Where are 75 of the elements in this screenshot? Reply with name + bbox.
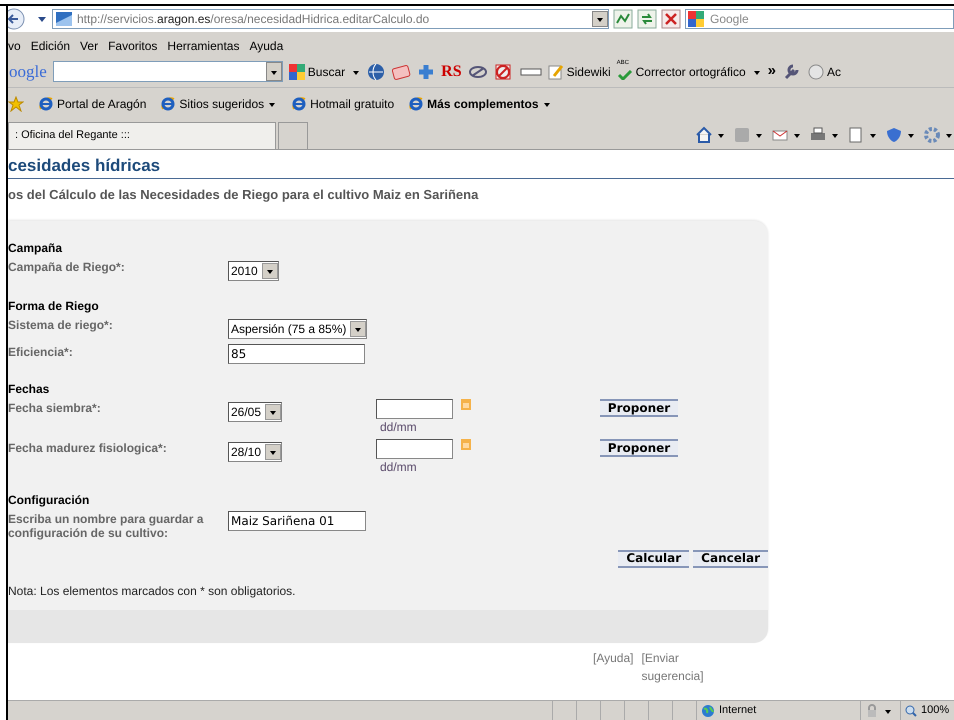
field-label: Sistema de riego*: xyxy=(8,316,114,332)
compatibility-icon[interactable] xyxy=(613,9,633,29)
security-zone: Internet xyxy=(719,703,756,718)
rectangle-icon[interactable] xyxy=(520,66,542,76)
footer-link[interactable]: [Ayuda] xyxy=(593,648,634,684)
home-icon[interactable] xyxy=(695,126,713,144)
favorite-link[interactable]: Sitios sugeridos xyxy=(160,95,278,113)
menu-item[interactable]: Herramientas xyxy=(167,37,240,55)
plus-icon[interactable] xyxy=(417,62,436,80)
bookmark-icon[interactable] xyxy=(391,62,412,80)
search-button[interactable]: Buscar xyxy=(288,62,346,80)
dropdown-button[interactable] xyxy=(592,11,608,27)
section-heading: Fechas xyxy=(8,382,50,396)
toolbar-logo[interactable]: RS xyxy=(441,60,462,84)
select-field[interactable]: Aspersión (75 a 85%) xyxy=(228,318,368,338)
search-engine-icon xyxy=(288,64,305,80)
more-button[interactable]: » xyxy=(768,60,776,83)
browser-icon xyxy=(291,96,308,112)
field-label: Fecha madurez fisiologica*: xyxy=(8,440,168,454)
toolbar-logo: oogle xyxy=(8,60,47,83)
field-label: Escriba un nombre para guardar a configuración de su cultivo: xyxy=(8,510,204,540)
zoom-icon xyxy=(905,704,917,716)
dropdown-arrow-icon[interactable] xyxy=(36,14,48,24)
field-label: Eficiencia*: xyxy=(8,344,74,358)
format-hint: dd/mm xyxy=(379,458,418,474)
page-subtitle: os del Cálculo de las Necesidades de Riego para el cultivo Maiz en Sariñena xyxy=(8,186,480,204)
page-icon xyxy=(55,11,73,27)
field-label: Campaña de Riego*: xyxy=(8,258,126,274)
search-engine-icon xyxy=(688,11,704,27)
section-heading: Configuración xyxy=(8,492,90,508)
favorite-link[interactable]: Portal de Aragón xyxy=(38,95,146,113)
menu-item[interactable]: Edición xyxy=(30,37,70,55)
browser-icon xyxy=(160,96,176,112)
menu-item[interactable]: Ver xyxy=(80,37,98,55)
browser-icon xyxy=(38,96,54,112)
pencil-note-icon xyxy=(548,64,564,80)
zoom-button[interactable]: 100% xyxy=(900,701,954,720)
checkmark-icon xyxy=(616,70,633,80)
note-text: Nota: Los elementos marcados con * son obligatorios. xyxy=(8,582,296,600)
select-field[interactable]: 2010 xyxy=(228,260,279,280)
footer-link[interactable]: [Enviar sugerencia] xyxy=(641,648,722,684)
format-hint: dd/mm xyxy=(379,418,418,434)
menu-item[interactable]: vo xyxy=(5,37,21,55)
link-icon[interactable] xyxy=(468,64,488,80)
favorite-link[interactable]: Más complementos xyxy=(408,95,552,113)
select-field[interactable]: 26/05 xyxy=(228,402,282,422)
text-field[interactable]: Maiz Sariñena 01 xyxy=(228,510,366,530)
sidewiki-button[interactable]: Sidewiki xyxy=(548,62,611,80)
menu-item[interactable]: Favoritos xyxy=(108,37,158,55)
toolbar-item[interactable]: Ac xyxy=(808,62,842,80)
browser-tab[interactable]: : Oficina del Regante ::: xyxy=(8,122,276,149)
date-field[interactable] xyxy=(376,438,453,458)
action-button[interactable]: Cancelar xyxy=(693,550,768,568)
browser-icon xyxy=(408,96,424,112)
section-heading: Campaña xyxy=(8,240,64,256)
circle-icon xyxy=(808,64,824,80)
toolbar-search-field[interactable] xyxy=(52,61,283,82)
page-title: cesidades hídricas xyxy=(8,156,954,179)
date-field[interactable] xyxy=(376,398,453,418)
address-field[interactable]: http://servicios.aragon.es/oresa/necesidadHidrica.editarCalculo.do xyxy=(52,9,609,29)
close-icon[interactable] xyxy=(661,9,681,29)
menu-item[interactable]: Ayuda xyxy=(249,37,284,55)
search-field[interactable]: Google xyxy=(685,9,954,29)
globe-icon xyxy=(701,704,715,718)
propose-button[interactable]: Proponer xyxy=(600,399,678,417)
text-field[interactable]: 85 xyxy=(228,344,365,364)
refresh-icon[interactable] xyxy=(637,9,657,29)
field-label: Fecha siembra*: xyxy=(8,400,102,414)
action-button[interactable]: Calcular xyxy=(618,550,690,568)
select-field[interactable]: 28/10 xyxy=(228,442,282,462)
propose-button[interactable]: Proponer xyxy=(600,439,678,457)
globe-icon[interactable] xyxy=(367,62,386,80)
favorite-link[interactable]: Hotmail gratuito xyxy=(291,95,394,113)
favorites-star-icon[interactable] xyxy=(8,96,24,112)
section-heading: Forma de Riego xyxy=(8,298,100,314)
